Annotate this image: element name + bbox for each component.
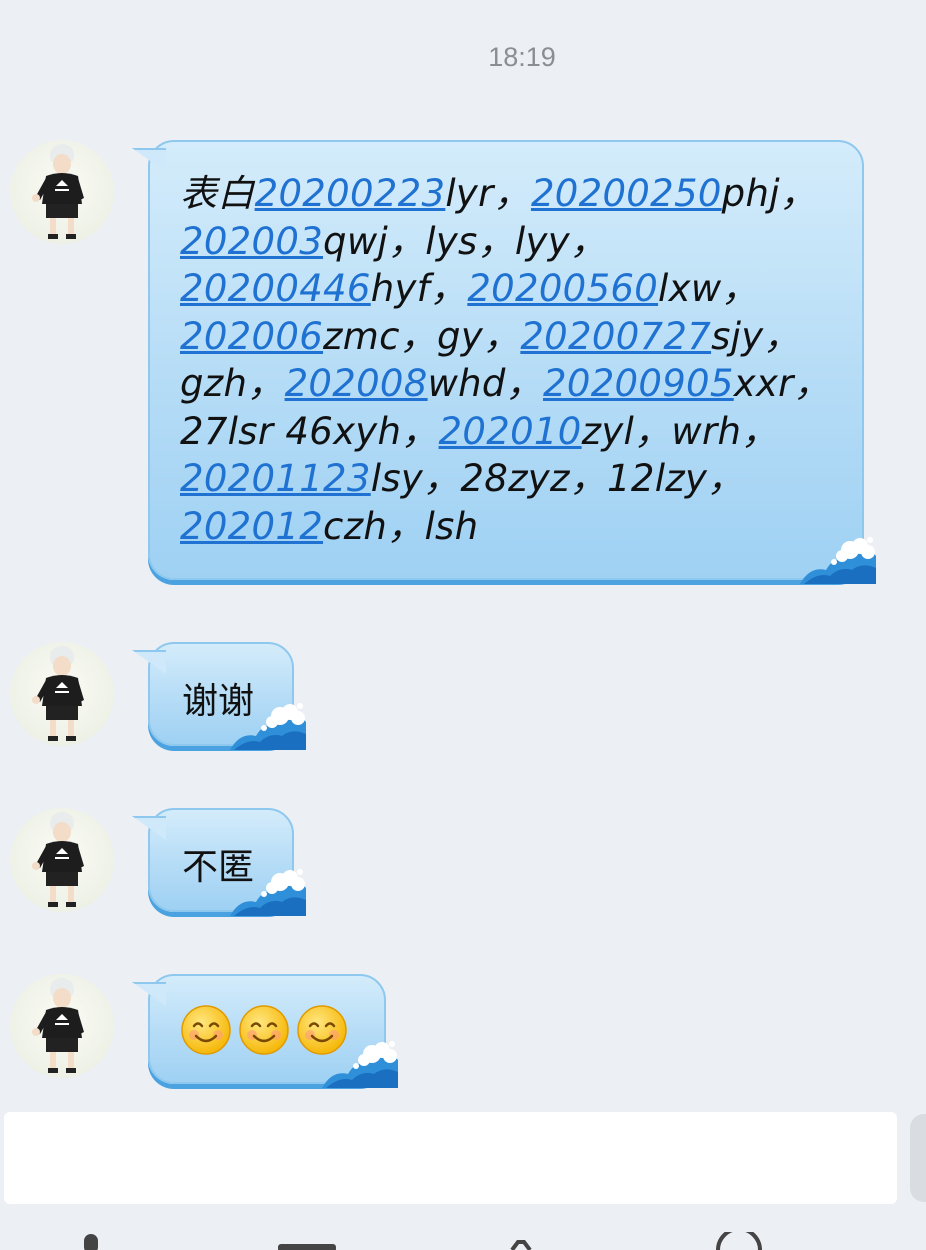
message-line: 202006zmc，gy，20200727sjy， bbox=[180, 313, 840, 361]
message-bubble-emoji[interactable] bbox=[132, 974, 398, 1088]
text-segment: sjy， bbox=[711, 314, 801, 358]
date-link[interactable]: 20200560 bbox=[467, 267, 658, 310]
sender-avatar[interactable] bbox=[10, 808, 114, 912]
date-link[interactable]: 202010 bbox=[439, 410, 582, 453]
bubble-tail bbox=[132, 650, 166, 674]
send-button[interactable] bbox=[910, 1114, 926, 1202]
text-segment: gzh， bbox=[180, 362, 285, 405]
avatar-person-icon bbox=[32, 646, 84, 741]
text-segment: zmc，gy， bbox=[323, 314, 521, 358]
message-line: gzh，202008whd，20200905xxr， bbox=[180, 360, 840, 408]
text-segment: czh，lsh bbox=[323, 504, 479, 548]
text-segment: zyl，wrh， bbox=[581, 409, 779, 453]
bubble-tail bbox=[132, 982, 166, 1006]
text-segment: lsy，28zyz，12lzy， bbox=[370, 457, 745, 500]
bubble-tail bbox=[132, 148, 166, 172]
message-line: 20200446hyf，20200560lxw， bbox=[180, 265, 840, 313]
avatar-person-icon bbox=[32, 812, 84, 907]
message-line: 20201123lsy，28zyz，12lzy， bbox=[180, 455, 840, 503]
message-bubble-thanks[interactable]: 谢谢 bbox=[132, 642, 306, 750]
message-bubble-anonymous[interactable]: 不匿 bbox=[132, 808, 306, 916]
emoji-toggle-icon[interactable] bbox=[714, 1232, 764, 1250]
date-link[interactable]: 202012 bbox=[180, 505, 323, 548]
text-segment: 27lsr 46xyh， bbox=[180, 409, 439, 453]
wave-decoration-icon bbox=[230, 703, 306, 750]
smiling-face-icon bbox=[181, 1005, 231, 1055]
message-line: 202012czh，lsh bbox=[180, 503, 840, 551]
text-segment: xxr， bbox=[733, 362, 831, 405]
avatar-person-icon bbox=[32, 144, 84, 239]
text-segment: whd， bbox=[427, 362, 544, 405]
text-segment: phj， bbox=[721, 172, 818, 215]
date-link[interactable]: 20200905 bbox=[543, 362, 734, 405]
text-segment: lyr， bbox=[445, 172, 531, 215]
avatar-person-icon bbox=[32, 978, 84, 1073]
date-link[interactable]: 202003 bbox=[180, 220, 323, 263]
date-link[interactable]: 20201123 bbox=[180, 457, 371, 500]
wave-decoration-icon bbox=[322, 1041, 398, 1088]
date-link[interactable]: 20200223 bbox=[255, 172, 446, 215]
date-link[interactable]: 202006 bbox=[180, 315, 323, 358]
message-line: 表白20200223lyr，20200250phj， bbox=[180, 170, 840, 218]
sender-avatar[interactable] bbox=[10, 642, 114, 746]
text-segment: qwj，lys，lyy， bbox=[323, 219, 608, 263]
message-input[interactable] bbox=[4, 1112, 897, 1204]
message-bubble-long[interactable]: 表白20200223lyr，20200250phj， 202003qwj，lys，… bbox=[132, 140, 876, 584]
message-timestamp: 18:19 bbox=[488, 42, 556, 72]
message-text: 表白20200223lyr，20200250phj， 202003qwj，lys，… bbox=[180, 170, 840, 550]
sender-avatar[interactable] bbox=[10, 974, 114, 1078]
text-segment: 表白 bbox=[180, 172, 255, 215]
date-link[interactable]: 202008 bbox=[285, 362, 428, 405]
smiling-face-icon bbox=[239, 1005, 289, 1055]
message-line: 202003qwj，lys，lyy， bbox=[180, 218, 840, 266]
message-line: 27lsr 46xyh，202010zyl，wrh， bbox=[180, 408, 840, 456]
text-segment: hyf， bbox=[370, 267, 468, 310]
voice-icon[interactable] bbox=[76, 1232, 106, 1250]
date-link[interactable]: 20200727 bbox=[520, 315, 711, 358]
camera-icon[interactable] bbox=[506, 1232, 536, 1250]
date-link[interactable]: 20200446 bbox=[180, 267, 371, 310]
image-icon[interactable] bbox=[276, 1232, 338, 1250]
wave-decoration-icon bbox=[800, 537, 876, 584]
bubble-tail bbox=[132, 816, 166, 840]
sender-avatar[interactable] bbox=[10, 140, 114, 244]
date-link[interactable]: 20200250 bbox=[531, 172, 722, 215]
wave-decoration-icon bbox=[230, 869, 306, 916]
text-segment: lxw， bbox=[658, 267, 759, 310]
